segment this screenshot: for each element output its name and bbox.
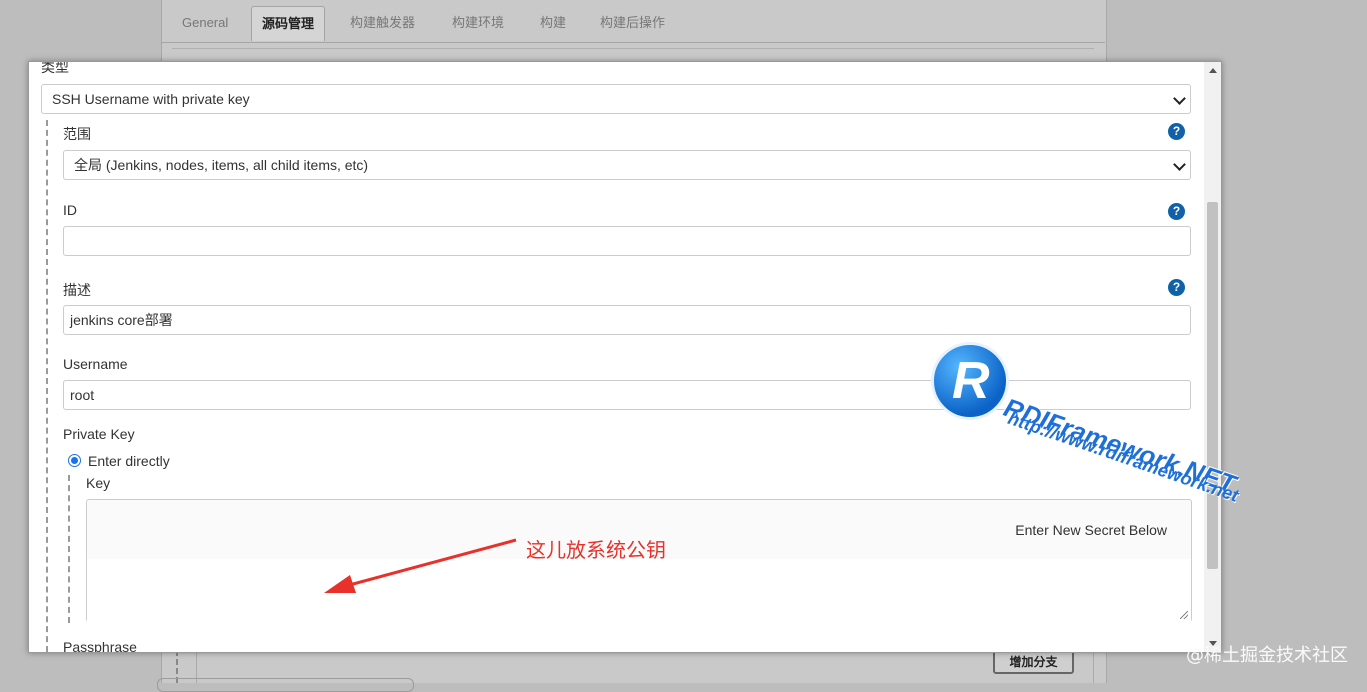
id-field[interactable]	[63, 226, 1191, 256]
watermark-logo: R	[931, 342, 1009, 420]
key-textarea[interactable]	[87, 559, 1191, 622]
resize-handle-icon[interactable]	[1180, 611, 1188, 619]
kind-select-value: SSH Username with private key	[52, 91, 250, 107]
help-icon[interactable]: ?	[1168, 279, 1185, 296]
divider	[172, 48, 1094, 49]
private-key-label: Private Key	[63, 426, 135, 442]
enter-directly-radio[interactable]	[68, 454, 81, 467]
description-field[interactable]: jenkins core部署	[63, 305, 1191, 335]
help-icon[interactable]: ?	[1168, 203, 1185, 220]
tab-post-build[interactable]: 构建后操作	[590, 6, 675, 41]
key-secret-hint: Enter New Secret Below	[1015, 522, 1167, 538]
username-label: Username	[63, 356, 128, 372]
background-tab-bar: General 源码管理 构建触发器 构建环境 构建 构建后操作	[161, 0, 1105, 43]
key-label: Key	[86, 475, 111, 491]
add-credentials-dialog: 类型 SSH Username with private key 范围 ? 全局…	[28, 61, 1222, 653]
tab-build[interactable]: 构建	[530, 6, 576, 41]
annotation-text: 这儿放系统公钥	[526, 538, 666, 562]
help-icon[interactable]: ?	[1168, 123, 1185, 140]
passphrase-label: Passphrase	[63, 639, 137, 653]
chevron-down-icon	[1173, 92, 1186, 105]
dashed-guide	[46, 120, 48, 652]
tab-general[interactable]: General	[172, 6, 238, 41]
scope-label: 范围	[63, 126, 91, 142]
divider	[1093, 650, 1094, 683]
tab-build-environment[interactable]: 构建环境	[442, 6, 514, 41]
kind-label: 类型	[41, 61, 69, 75]
scope-select[interactable]: 全局 (Jenkins, nodes, items, all child ite…	[63, 150, 1191, 180]
dashed-guide	[68, 475, 70, 623]
kind-select[interactable]: SSH Username with private key	[41, 84, 1191, 114]
scrollbar[interactable]	[1204, 62, 1221, 652]
scope-select-value: 全局 (Jenkins, nodes, items, all child ite…	[74, 157, 369, 173]
enter-directly-label: Enter directly	[88, 453, 170, 469]
chevron-down-icon	[1173, 158, 1186, 171]
description-label: 描述	[63, 282, 91, 298]
scrollbar-thumb[interactable]	[1207, 202, 1218, 569]
background-outline	[157, 678, 414, 692]
annotation-arrow-icon	[324, 538, 517, 593]
tab-build-triggers[interactable]: 构建触发器	[340, 6, 425, 41]
footer-watermark: @稀土掘金技术社区	[1186, 645, 1348, 666]
tab-source-control[interactable]: 源码管理	[251, 6, 326, 41]
id-label: ID	[63, 202, 77, 218]
scroll-up-arrow-icon[interactable]	[1209, 68, 1217, 73]
